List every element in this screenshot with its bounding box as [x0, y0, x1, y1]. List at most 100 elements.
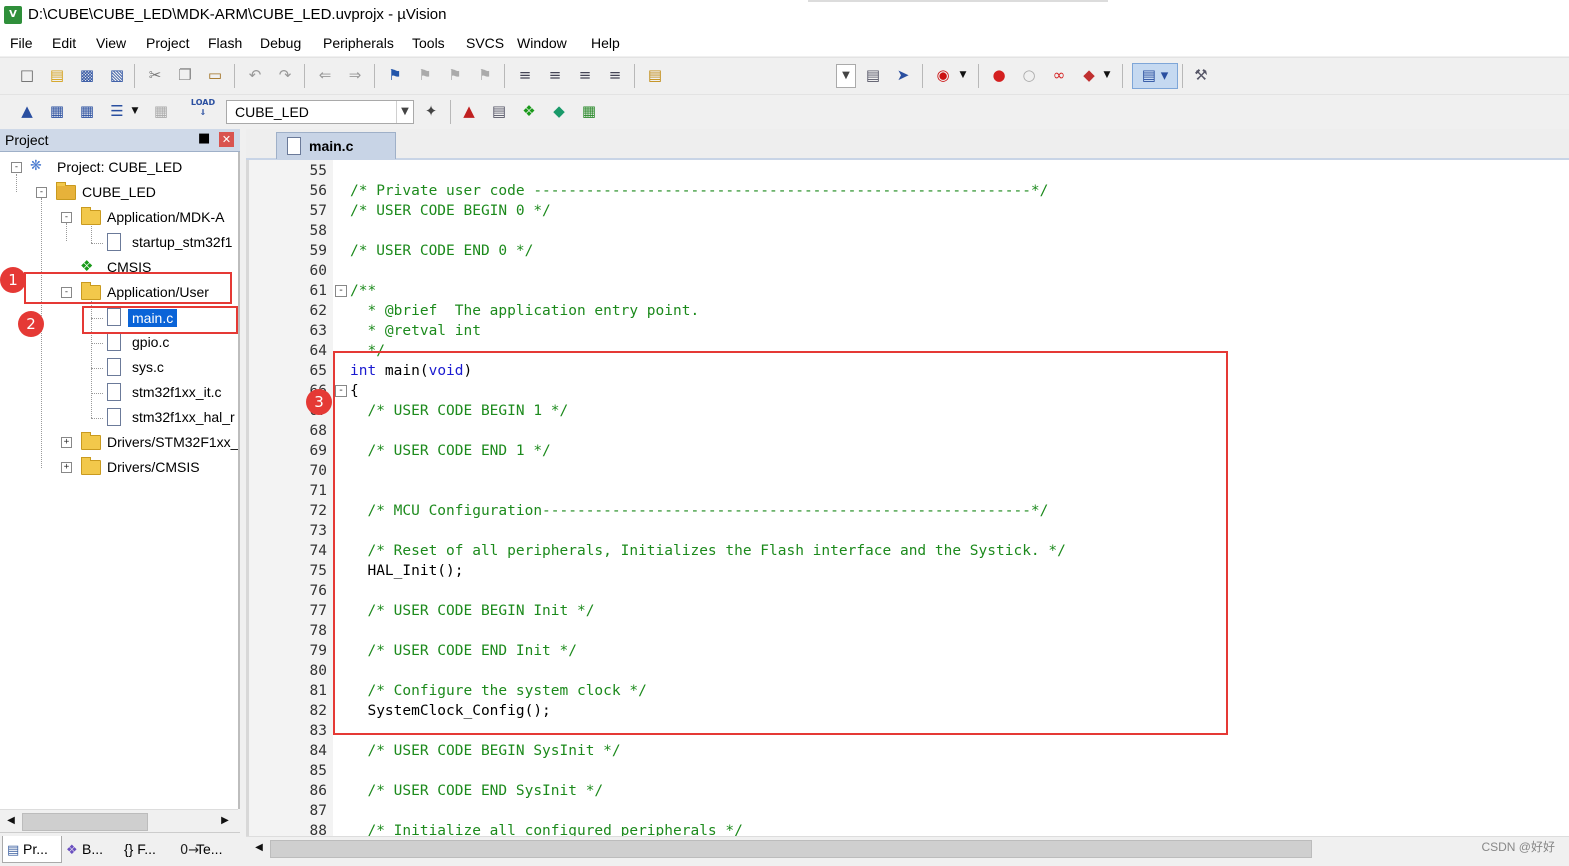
- wrench-icon[interactable]: ⚒: [1190, 64, 1212, 86]
- line-number: 73: [309, 523, 327, 539]
- code-line[interactable]: 85: [249, 761, 1569, 781]
- redo-icon[interactable]: ↷: [274, 64, 296, 86]
- code-line[interactable]: 57 /* USER CODE BEGIN 0 */: [249, 201, 1569, 221]
- collapse-icon[interactable]: -: [36, 187, 47, 198]
- bookmark-icon[interactable]: ⚑: [384, 64, 406, 86]
- code-line[interactable]: 87: [249, 801, 1569, 821]
- code-line[interactable]: 84 /* USER CODE BEGIN SysInit */: [249, 741, 1569, 761]
- scroll-left-icon[interactable]: ◀: [252, 840, 266, 856]
- menu-file[interactable]: File: [10, 35, 33, 51]
- incremental-find-icon[interactable]: ➤: [892, 64, 914, 86]
- copy-icon[interactable]: ❐: [174, 64, 196, 86]
- code-line[interactable]: 61-/**: [249, 281, 1569, 301]
- scroll-left-icon[interactable]: ◀: [4, 813, 18, 829]
- code-line[interactable]: 86 /* USER CODE END SysInit */: [249, 781, 1569, 801]
- scroll-right-icon[interactable]: ▶: [218, 813, 232, 829]
- collapse-icon[interactable]: -: [11, 162, 22, 173]
- stop-build-icon[interactable]: ▦: [150, 100, 172, 122]
- manage-project-items-icon[interactable]: ▲: [458, 100, 480, 122]
- cut-icon[interactable]: ✂: [144, 64, 166, 86]
- debug-dropdown-icon[interactable]: ▼: [956, 64, 970, 86]
- load-download-icon[interactable]: LOAD ⇓: [190, 98, 216, 124]
- tab-project[interactable]: ▤ Pr...: [2, 836, 62, 863]
- paste-icon[interactable]: ▭: [204, 64, 226, 86]
- menu-help[interactable]: Help: [591, 35, 620, 51]
- menu-debug[interactable]: Debug: [260, 35, 301, 51]
- project-horizontal-scrollbar[interactable]: ◀ ▶: [0, 809, 238, 832]
- menu-svcs[interactable]: SVCS: [466, 35, 504, 51]
- code-line[interactable]: 59 /* USER CODE END 0 */: [249, 241, 1569, 261]
- menu-peripherals[interactable]: Peripherals: [323, 35, 394, 51]
- menu-window[interactable]: Window: [517, 35, 567, 51]
- tab-templates[interactable]: 0→Te...: [176, 836, 240, 862]
- menu-tools[interactable]: Tools: [412, 35, 445, 51]
- window-layout-icon[interactable]: ▤ ▾: [1132, 63, 1178, 89]
- scrollbar-thumb[interactable]: [22, 813, 148, 831]
- code-line[interactable]: 56 /* Private user code -----------------…: [249, 181, 1569, 201]
- batch-dropdown-icon[interactable]: ▼: [128, 100, 142, 122]
- collapse-icon[interactable]: -: [61, 212, 72, 223]
- kill-breakpoints-icon[interactable]: ∞: [1048, 64, 1070, 86]
- code-line[interactable]: 58: [249, 221, 1569, 241]
- configure-dropdown-icon[interactable]: ▼: [1100, 64, 1114, 86]
- clear-bookmarks-icon[interactable]: ⚑: [474, 64, 496, 86]
- find-icon[interactable]: ▤: [862, 64, 884, 86]
- translate-icon[interactable]: ▲: [16, 100, 38, 122]
- code-line[interactable]: 62 * @brief The application entry point.: [249, 301, 1569, 321]
- find-in-files-icon[interactable]: ▤: [644, 64, 666, 86]
- tab-main-c[interactable]: main.c: [276, 132, 396, 159]
- tab-books[interactable]: ❖ B...: [62, 836, 120, 862]
- options-for-target-icon[interactable]: ✦: [420, 100, 442, 122]
- comment-token: /* USER CODE END 0 */: [350, 243, 534, 259]
- unindent-icon[interactable]: ≡: [544, 64, 566, 86]
- save-all-icon[interactable]: ▧: [106, 64, 128, 86]
- prev-bookmark-icon[interactable]: ⚑: [414, 64, 436, 86]
- configure-icon[interactable]: ◆: [1078, 64, 1100, 86]
- batch-build-icon[interactable]: ☰: [106, 100, 128, 122]
- build-icon[interactable]: ▦: [46, 100, 68, 122]
- fold-toggle-icon[interactable]: -: [335, 285, 347, 297]
- disable-breakpoint-icon[interactable]: ○: [1018, 64, 1040, 86]
- indent-icon[interactable]: ≡: [514, 64, 536, 86]
- device-database-icon[interactable]: ▦: [578, 100, 600, 122]
- code-line[interactable]: 88 /* Initialize all configured peripher…: [249, 821, 1569, 836]
- undo-icon[interactable]: ↶: [244, 64, 266, 86]
- tree-label: startup_stm32f1: [132, 234, 233, 250]
- expand-icon[interactable]: +: [61, 437, 72, 448]
- nav-forward-icon[interactable]: ⇒: [344, 64, 366, 86]
- pack-installer-icon[interactable]: ◆: [548, 100, 570, 122]
- nav-back-icon[interactable]: ⇐: [314, 64, 336, 86]
- code-text: /* Initialize all configured peripherals…: [350, 821, 742, 836]
- folder-icon: [81, 207, 101, 225]
- pin-icon[interactable]: ■: [198, 131, 210, 146]
- toolbar-separator: [634, 64, 635, 88]
- scrollbar-thumb[interactable]: [270, 840, 1312, 858]
- target-select[interactable]: CUBE_LED ▼: [226, 100, 414, 124]
- save-icon[interactable]: ▩: [76, 64, 98, 86]
- rebuild-icon[interactable]: ▦: [76, 100, 98, 122]
- menu-edit[interactable]: Edit: [52, 35, 76, 51]
- new-file-icon[interactable]: □: [16, 64, 38, 86]
- comment-icon[interactable]: ≡: [574, 64, 596, 86]
- next-bookmark-icon[interactable]: ⚑: [444, 64, 466, 86]
- find-dropdown[interactable]: ▼: [836, 64, 856, 88]
- uncomment-icon[interactable]: ≡: [604, 64, 626, 86]
- expand-icon[interactable]: +: [61, 462, 72, 473]
- manage-run-time-env-icon[interactable]: ❖: [518, 100, 540, 122]
- menu-project[interactable]: Project: [146, 35, 190, 51]
- breakpoint-icon[interactable]: ●: [988, 64, 1010, 86]
- code-line[interactable]: 60: [249, 261, 1569, 281]
- select-packs-icon[interactable]: ▤: [488, 100, 510, 122]
- line-number: 74: [309, 543, 327, 559]
- menu-view[interactable]: View: [96, 35, 126, 51]
- close-icon[interactable]: ✕: [219, 132, 234, 147]
- debug-session-icon[interactable]: ◉: [932, 64, 954, 86]
- tab-functions[interactable]: {} F...: [120, 836, 178, 862]
- chevron-down-icon[interactable]: ▼: [396, 101, 413, 123]
- menu-flash[interactable]: Flash: [208, 35, 242, 51]
- editor-horizontal-scrollbar[interactable]: ◀: [246, 836, 1569, 859]
- open-folder-icon[interactable]: ▤: [46, 64, 68, 86]
- code-line[interactable]: 63 * @retval int: [249, 321, 1569, 341]
- annotation-badge-2: 2: [18, 311, 44, 337]
- code-line[interactable]: 55: [249, 161, 1569, 181]
